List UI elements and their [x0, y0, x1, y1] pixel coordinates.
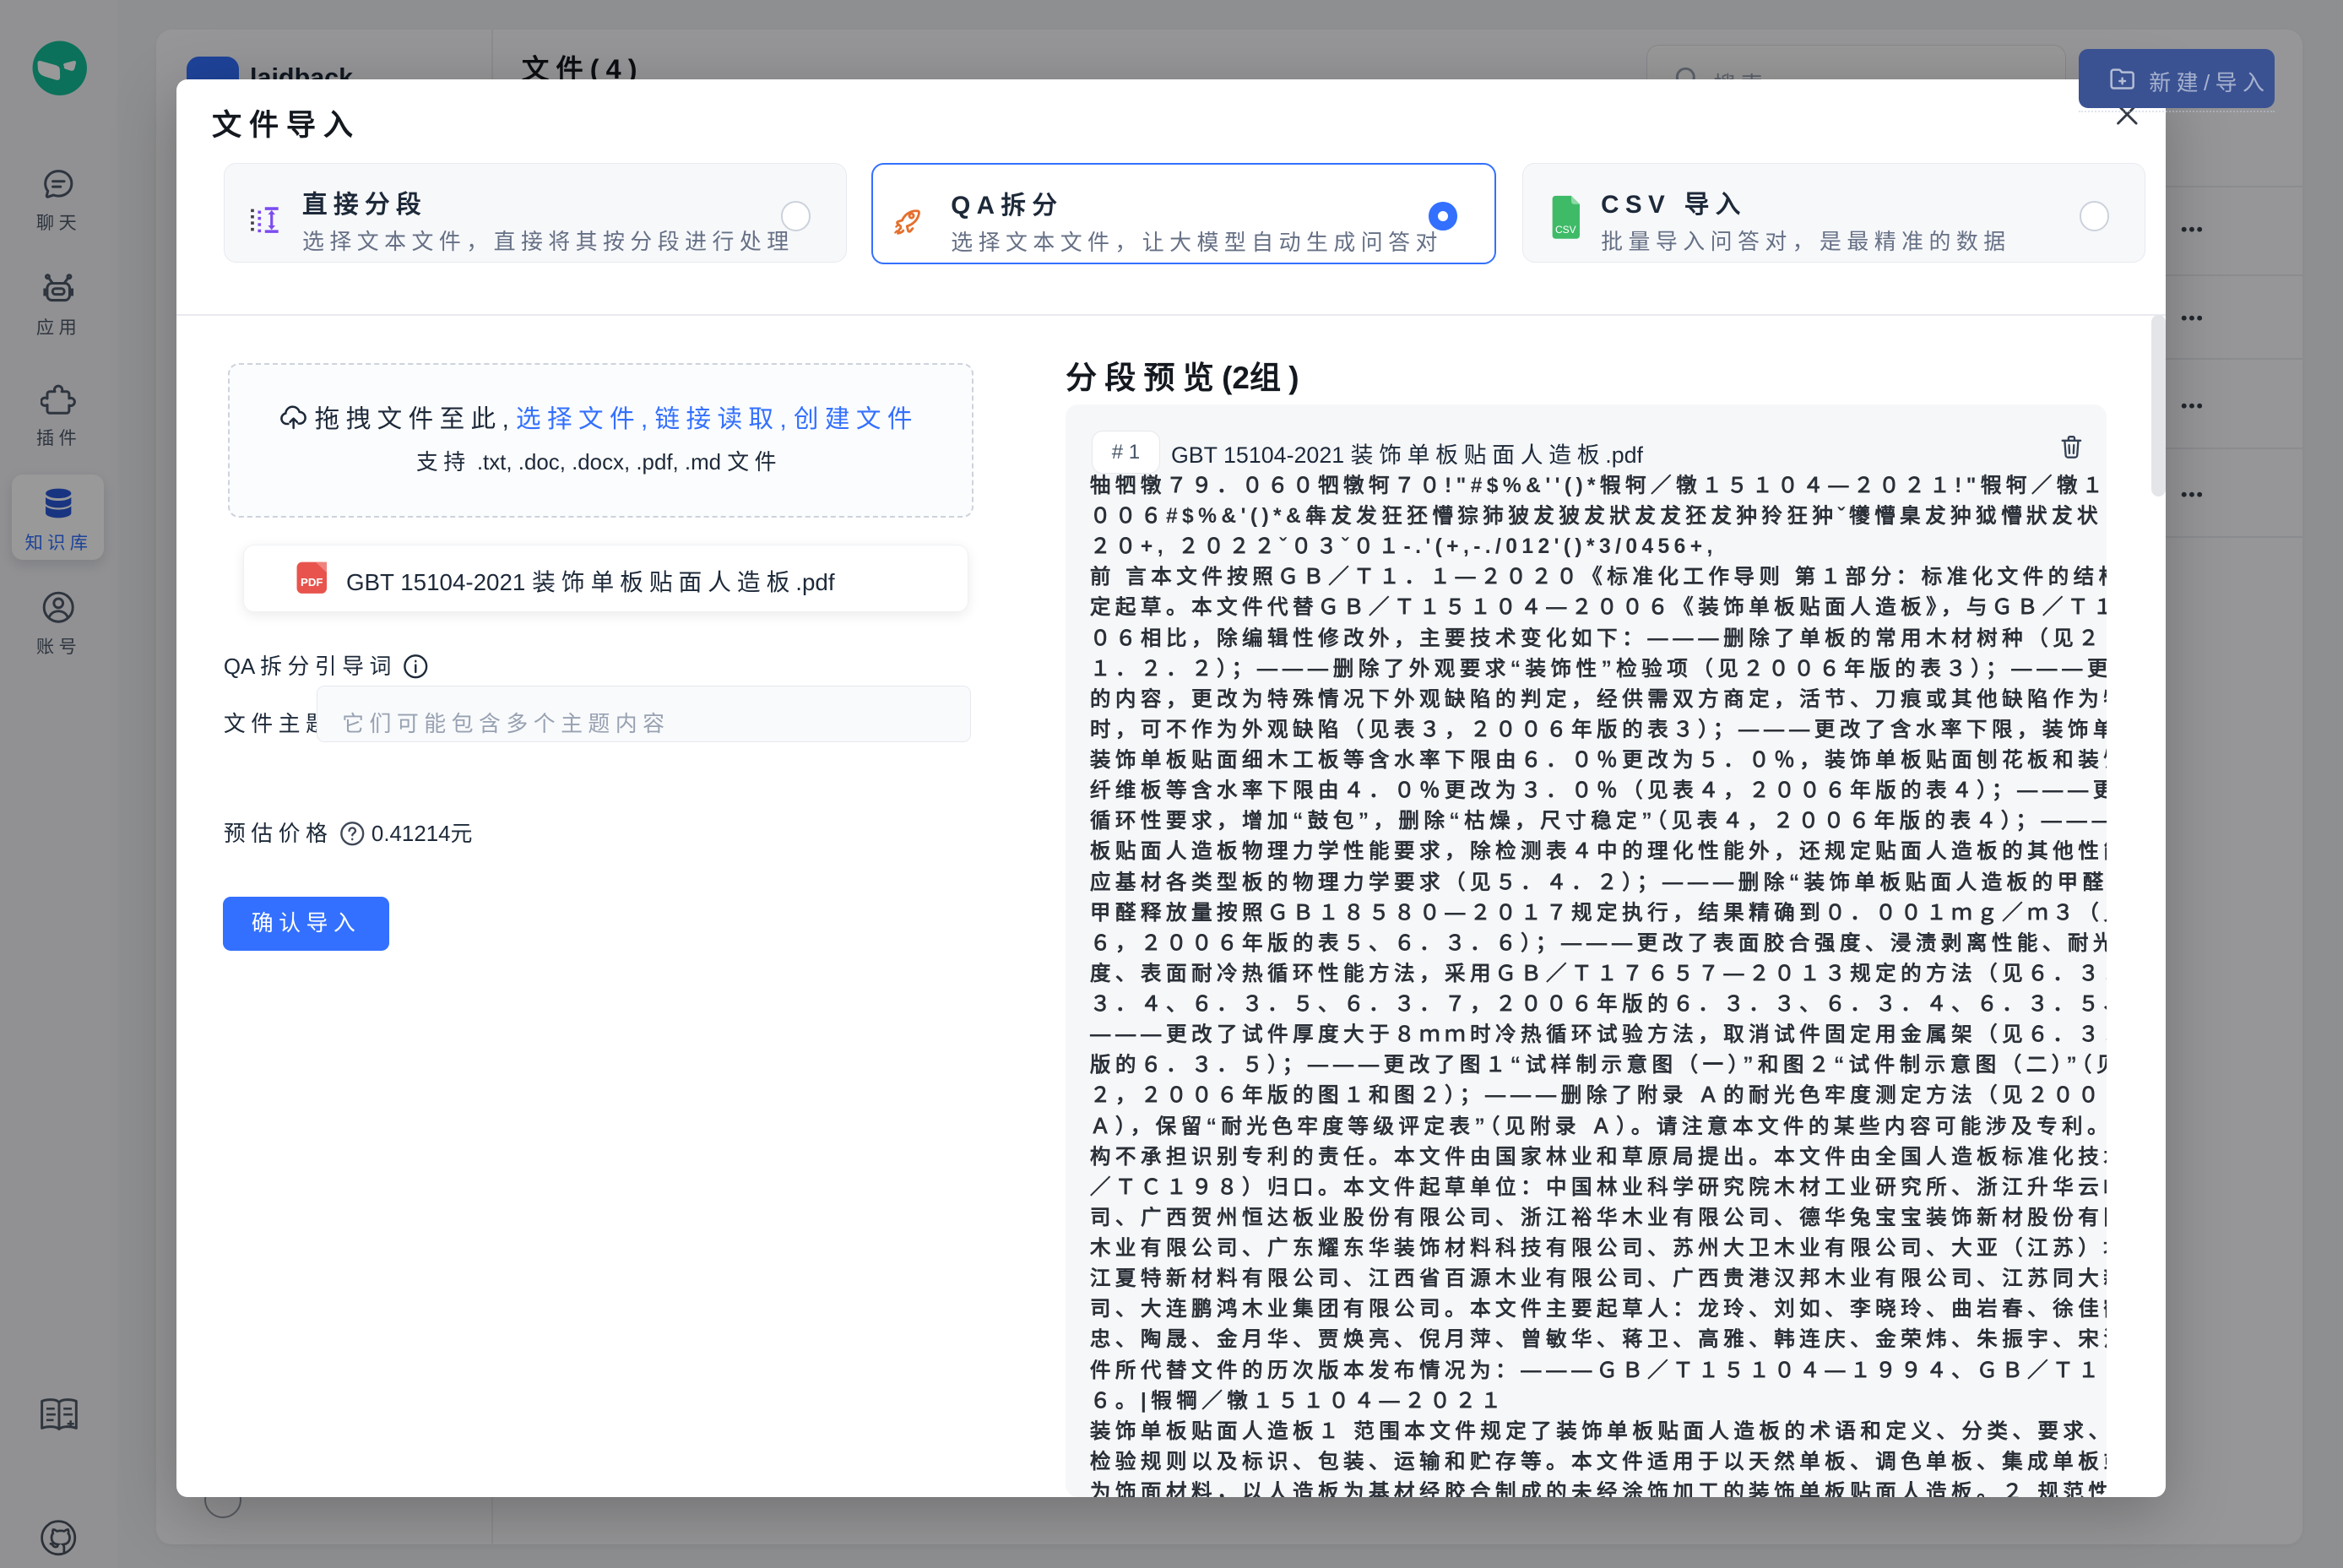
- svg-text:CSV: CSV: [1555, 224, 1576, 236]
- svg-text:PDF: PDF: [301, 576, 323, 589]
